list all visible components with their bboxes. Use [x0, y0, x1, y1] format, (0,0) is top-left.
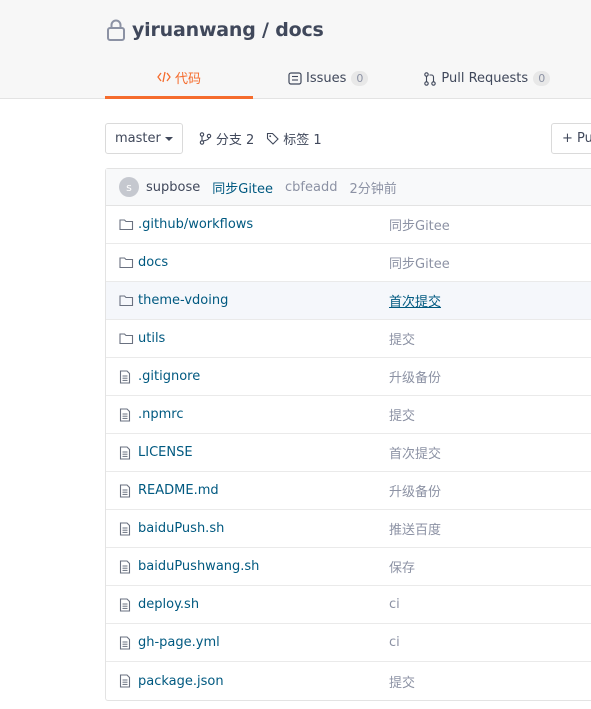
lock-icon	[107, 19, 125, 41]
branch-select[interactable]: master	[105, 123, 183, 154]
file-icon	[119, 636, 131, 650]
file-row[interactable]: package.json 提交	[106, 662, 591, 700]
file-row[interactable]: README.md 升级备份	[106, 472, 591, 510]
file-commit-message[interactable]: 首次提交	[389, 291, 441, 310]
file-row[interactable]: baiduPush.sh 推送百度	[106, 510, 591, 548]
file-table: s supbose 同步Gitee cbfeadd 2分钟前 .github/w…	[105, 168, 591, 701]
file-name-link[interactable]: theme-vdoing	[138, 293, 228, 308]
file-commit-message[interactable]: 同步Gitee	[389, 215, 450, 234]
file-commit-message[interactable]: 升级备份	[389, 367, 441, 386]
new-pull-request-button[interactable]: + Pu	[551, 123, 591, 154]
file-icon	[119, 484, 131, 498]
tags-link[interactable]: 标签 1	[266, 129, 322, 148]
file-row[interactable]: LICENSE 首次提交	[106, 434, 591, 472]
file-name-link[interactable]: baiduPush.sh	[138, 521, 224, 536]
file-name-link[interactable]: docs	[138, 255, 168, 270]
commit-hash[interactable]: cbfeadd	[285, 180, 337, 195]
file-row[interactable]: gh-page.yml ci	[106, 624, 591, 662]
file-commit-message[interactable]: 升级备份	[389, 481, 441, 500]
tab-issues[interactable]: Issues 0	[288, 58, 369, 99]
folder-icon	[119, 218, 134, 231]
file-icon	[119, 598, 131, 612]
file-name-link[interactable]: LICENSE	[138, 445, 193, 460]
branches-link[interactable]: 分支 2	[199, 129, 254, 148]
issues-count-badge: 0	[351, 71, 369, 86]
latest-commit-bar: s supbose 同步Gitee cbfeadd 2分钟前	[106, 169, 591, 206]
tab-code-label: 代码	[174, 71, 201, 87]
caret-down-icon	[164, 136, 173, 141]
file-icon	[119, 370, 131, 384]
commit-time: 2分钟前	[349, 181, 397, 197]
file-row[interactable]: utils 提交	[106, 320, 591, 358]
branch-icon	[199, 132, 212, 145]
file-row[interactable]: theme-vdoing 首次提交	[106, 282, 591, 320]
file-icon	[119, 446, 131, 460]
file-icon	[119, 674, 131, 688]
tab-pull-requests-label: Pull Requests	[441, 71, 529, 86]
file-commit-message[interactable]: 首次提交	[389, 443, 441, 462]
file-commit-message[interactable]: 提交	[389, 405, 415, 424]
branches-label: 分支 2	[215, 133, 255, 148]
issues-icon	[288, 72, 302, 85]
folder-icon	[119, 294, 134, 307]
file-commit-message[interactable]: ci	[389, 635, 400, 650]
repo-header: yiruanwang / docs 代码 Issues 0 Pull Reque…	[0, 0, 591, 99]
file-name-link[interactable]: deploy.sh	[138, 597, 199, 612]
repo-toolbar: master 分支 2 标签 1	[105, 123, 322, 154]
file-commit-message[interactable]: 提交	[389, 329, 415, 348]
file-row[interactable]: .npmrc 提交	[106, 396, 591, 434]
tab-issues-label: Issues	[306, 71, 347, 86]
file-icon	[119, 408, 131, 422]
file-name-link[interactable]: utils	[138, 331, 165, 346]
repo-title-bar: yiruanwang / docs	[106, 17, 324, 43]
file-name-link[interactable]: README.md	[138, 483, 219, 498]
pull-requests-count-badge: 0	[533, 71, 551, 86]
file-icon	[119, 522, 131, 536]
commit-message[interactable]: 同步Gitee	[212, 178, 273, 197]
file-commit-message[interactable]: 保存	[389, 557, 415, 576]
file-name-link[interactable]: .gitignore	[138, 369, 200, 384]
file-list: .github/workflows 同步Gitee docs 同步Gitee theme…	[106, 206, 591, 700]
file-name-link[interactable]: baiduPushwang.sh	[138, 559, 259, 574]
file-name-link[interactable]: .github/workflows	[138, 217, 253, 232]
folder-icon	[119, 332, 134, 345]
file-commit-message[interactable]: ci	[389, 597, 400, 612]
file-commit-message[interactable]: 提交	[389, 672, 415, 691]
avatar[interactable]: s	[119, 177, 139, 197]
repo-tabs: 代码 Issues 0 Pull Requests 0	[105, 58, 551, 99]
file-row[interactable]: .github/workflows 同步Gitee	[106, 206, 591, 244]
repo-title[interactable]: yiruanwang / docs	[132, 19, 324, 41]
file-name-link[interactable]: gh-page.yml	[138, 635, 220, 650]
tab-code[interactable]: 代码	[105, 58, 253, 99]
file-row[interactable]: deploy.sh ci	[106, 586, 591, 624]
file-name-link[interactable]: package.json	[138, 674, 224, 689]
file-commit-message[interactable]: 同步Gitee	[389, 253, 450, 272]
branch-select-value: master	[115, 131, 161, 146]
commit-author[interactable]: supbose	[146, 180, 200, 195]
file-row[interactable]: .gitignore 升级备份	[106, 358, 591, 396]
file-row[interactable]: docs 同步Gitee	[106, 244, 591, 282]
file-icon	[119, 560, 131, 574]
code-icon	[157, 71, 171, 83]
tag-icon	[267, 132, 280, 145]
pull-request-icon	[423, 71, 437, 86]
file-name-link[interactable]: .npmrc	[138, 407, 184, 422]
file-commit-message[interactable]: 推送百度	[389, 519, 441, 538]
tab-pull-requests[interactable]: Pull Requests 0	[423, 58, 551, 99]
tags-label: 标签 1	[283, 133, 322, 148]
file-row[interactable]: baiduPushwang.sh 保存	[106, 548, 591, 586]
folder-icon	[119, 256, 134, 269]
